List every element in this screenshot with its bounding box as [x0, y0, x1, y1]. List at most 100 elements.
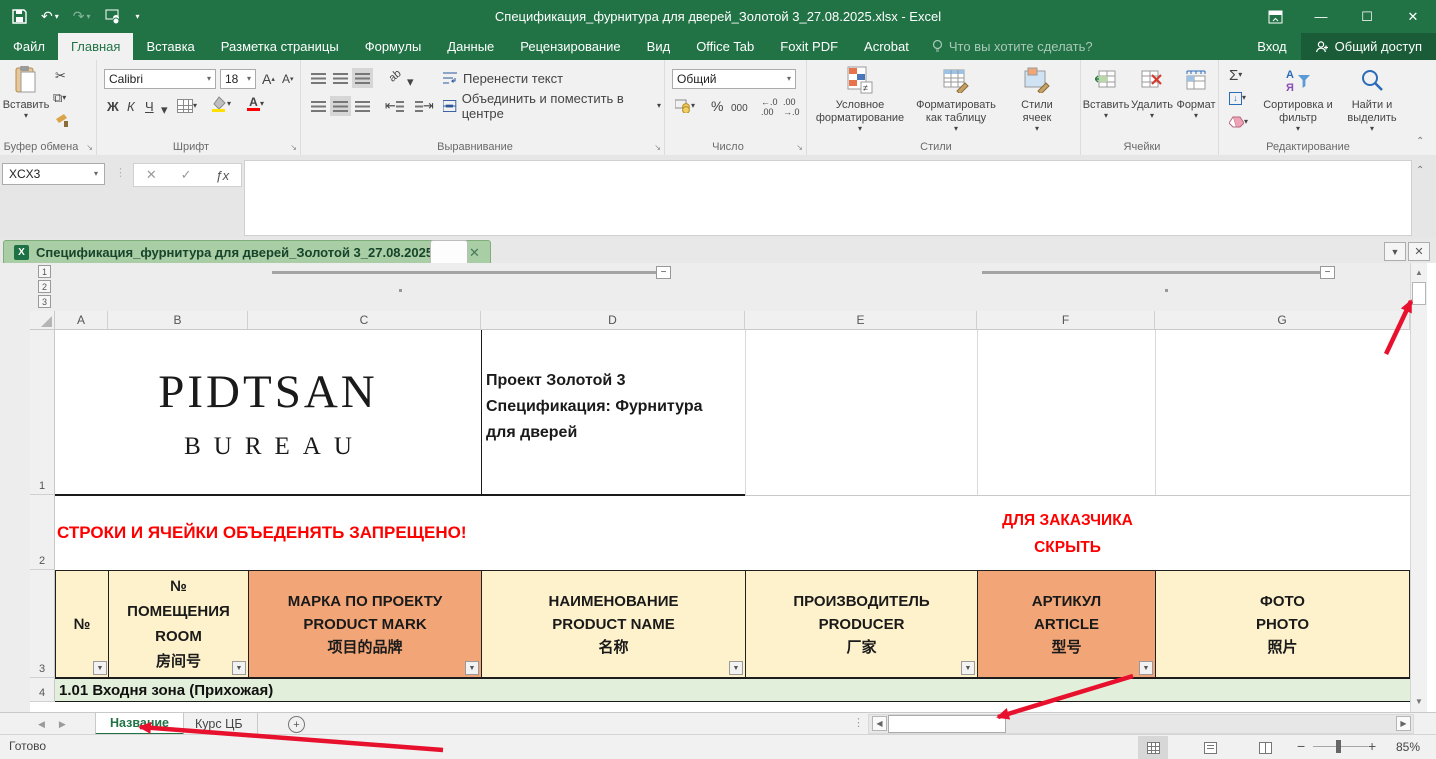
row-header-3[interactable]: 3	[30, 570, 55, 678]
minimize-button[interactable]: —	[1298, 0, 1344, 33]
cancel-entry-icon[interactable]: ✕	[146, 167, 157, 183]
formula-input[interactable]	[244, 160, 1412, 236]
undo-button[interactable]: ↶▾	[41, 8, 59, 25]
row-header-2[interactable]: 2	[30, 495, 55, 570]
collapse-group-button[interactable]: −	[656, 266, 671, 279]
sheet-tab-nazvanie[interactable]: Название	[95, 713, 184, 735]
tab-page-layout[interactable]: Разметка страницы	[208, 33, 352, 60]
align-bottom-icon[interactable]	[352, 68, 373, 88]
vertical-scrollbar-thumb[interactable]	[1412, 282, 1426, 305]
share-button[interactable]: Общий доступ	[1301, 33, 1436, 60]
format-as-table-button[interactable]: Форматировать как таблицу▾	[910, 63, 1002, 133]
sign-in-button[interactable]: Вход	[1243, 33, 1300, 60]
zoom-level[interactable]: 85%	[1396, 740, 1420, 754]
currency-format-icon[interactable]	[105, 9, 122, 24]
orientation-dropdown[interactable]: ▾	[404, 72, 417, 92]
align-center-icon[interactable]	[330, 96, 351, 116]
logo-cell[interactable]: PIDTSAN BUREAU	[55, 330, 481, 495]
scroll-up-icon[interactable]: ▲	[1411, 264, 1427, 281]
increase-indent-icon[interactable]: ⇥	[412, 96, 437, 116]
select-all-corner[interactable]	[30, 311, 55, 330]
row-header-4[interactable]: 4	[30, 678, 55, 702]
tab-formulas[interactable]: Формулы	[352, 33, 435, 60]
italic-button[interactable]: К	[124, 96, 138, 116]
confirm-entry-icon[interactable]: ✓	[181, 167, 192, 183]
document-close-icon[interactable]: ✕	[1408, 242, 1430, 261]
decrease-font-icon[interactable]: A▾	[279, 69, 297, 89]
header-cell-product-mark[interactable]: МАРКА ПО ПРОЕКТУ PRODUCT MARK 项目的品牌	[248, 570, 482, 678]
insert-cells-button[interactable]: Вставить▾	[1084, 63, 1128, 120]
column-header-C[interactable]: C	[248, 311, 481, 330]
number-dialog-launcher[interactable]: ↘	[796, 143, 803, 152]
hscroll-right-icon[interactable]: ▶	[1396, 716, 1411, 731]
autosum-button[interactable]: Σ ▾	[1226, 65, 1245, 85]
insert-function-icon[interactable]: ƒx	[215, 168, 229, 183]
filter-dropdown-icon[interactable]: ▼	[465, 661, 479, 675]
align-right-icon[interactable]	[352, 96, 373, 116]
comma-style-button[interactable]: 000	[728, 98, 751, 118]
row-header-1[interactable]: 1	[30, 330, 55, 495]
tab-foxit-pdf[interactable]: Foxit PDF	[767, 33, 851, 60]
merge-center-button[interactable]: Объединить и поместить в центре▾	[440, 96, 664, 116]
font-dialog-launcher[interactable]: ↘	[290, 143, 297, 152]
tab-list-dropdown-icon[interactable]: ▼	[1384, 242, 1406, 261]
clear-icon[interactable]: ▾	[1226, 112, 1251, 132]
normal-view-button[interactable]	[1138, 736, 1168, 759]
clipboard-dialog-launcher[interactable]: ↘	[86, 143, 93, 152]
font-color-icon[interactable]: А▾	[244, 94, 267, 114]
increase-decimal-icon[interactable]: ←.0.00	[758, 97, 781, 117]
header-cell-article[interactable]: АРТИКУЛ ARTICLE 型号	[977, 570, 1156, 678]
column-header-E[interactable]: E	[745, 311, 977, 330]
tab-file[interactable]: Файл	[0, 33, 58, 60]
project-title-cell[interactable]: Проект Золотой 3 Спецификация: Фурнитура…	[486, 368, 703, 446]
header-cell-photo[interactable]: ФОТО PHOTO 照片	[1155, 570, 1410, 678]
filter-dropdown-icon[interactable]: ▼	[961, 661, 975, 675]
vertical-scrollbar[interactable]	[1410, 263, 1427, 712]
customize-qat-icon[interactable]: ▾	[136, 13, 140, 21]
sheet-nav-right-icon[interactable]: ▶	[59, 719, 66, 730]
new-sheet-icon[interactable]: +	[288, 716, 305, 733]
sheet-tab-kurs-cb[interactable]: Курс ЦБ	[181, 713, 258, 735]
increase-font-icon[interactable]: A▴	[259, 69, 278, 89]
filter-dropdown-icon[interactable]: ▼	[93, 661, 107, 675]
filter-dropdown-icon[interactable]: ▼	[729, 661, 743, 675]
underline-button[interactable]: Ч	[142, 96, 157, 116]
delete-cells-button[interactable]: Удалить▾	[1130, 63, 1174, 120]
sheet-nav-left-icon[interactable]: ◀	[38, 719, 45, 730]
document-tab-close-icon[interactable]: ✕	[469, 245, 480, 261]
decrease-decimal-icon[interactable]: .00→.0	[780, 97, 803, 117]
tab-home[interactable]: Главная	[58, 33, 133, 60]
page-layout-view-button[interactable]	[1195, 736, 1225, 759]
collapse-group-button[interactable]: −	[1320, 266, 1335, 279]
tab-view[interactable]: Вид	[634, 33, 684, 60]
copy-icon[interactable]: ⧉ ▾	[50, 88, 69, 108]
font-name-combo[interactable]: Calibri▾	[104, 69, 216, 89]
paste-button[interactable]: Вставить▾	[6, 63, 46, 120]
close-button[interactable]: ✕	[1390, 0, 1436, 33]
conditional-formatting-button[interactable]: ≠ Условное форматирование▾	[816, 63, 904, 133]
format-cells-button[interactable]: Формат▾	[1176, 63, 1216, 120]
accounting-format-icon[interactable]: ▾	[672, 96, 698, 116]
find-select-button[interactable]: Найти и выделить▾	[1338, 63, 1406, 133]
zoom-slider-thumb[interactable]	[1336, 740, 1341, 753]
fill-down-icon[interactable]: ↓ ▾	[1226, 88, 1249, 108]
collapse-ribbon-icon[interactable]: ⌃	[1416, 136, 1424, 147]
column-header-G[interactable]: G	[1155, 311, 1410, 330]
formula-bar-splitter[interactable]: ⋮	[115, 166, 126, 179]
save-icon[interactable]	[12, 9, 27, 24]
percent-style-button[interactable]: %	[708, 96, 726, 116]
header-cell-room[interactable]: № ПОМЕЩЕНИЯ ROOM 房间号	[108, 570, 249, 678]
customer-note-cell[interactable]: ДЛЯ ЗАКАЗЧИКА СКРЫТЬ	[980, 507, 1155, 561]
document-tab[interactable]: X Спецификация_фурнитура для дверей_Золо…	[3, 240, 491, 264]
column-header-B[interactable]: B	[108, 311, 248, 330]
column-header-A[interactable]: A	[55, 311, 108, 330]
maximize-button[interactable]: ☐	[1344, 0, 1390, 33]
column-header-F[interactable]: F	[977, 311, 1155, 330]
tell-me-box[interactable]: Что вы хотите сделать?	[922, 33, 1103, 60]
col-outline-level-1[interactable]: 1	[38, 265, 51, 278]
number-format-combo[interactable]: Общий▾	[672, 69, 796, 89]
col-outline-level-3[interactable]: 3	[38, 295, 51, 308]
column-header-D[interactable]: D	[481, 311, 745, 330]
align-left-icon[interactable]	[308, 96, 329, 116]
collapse-formula-bar-icon[interactable]: ⌃	[1416, 165, 1424, 176]
